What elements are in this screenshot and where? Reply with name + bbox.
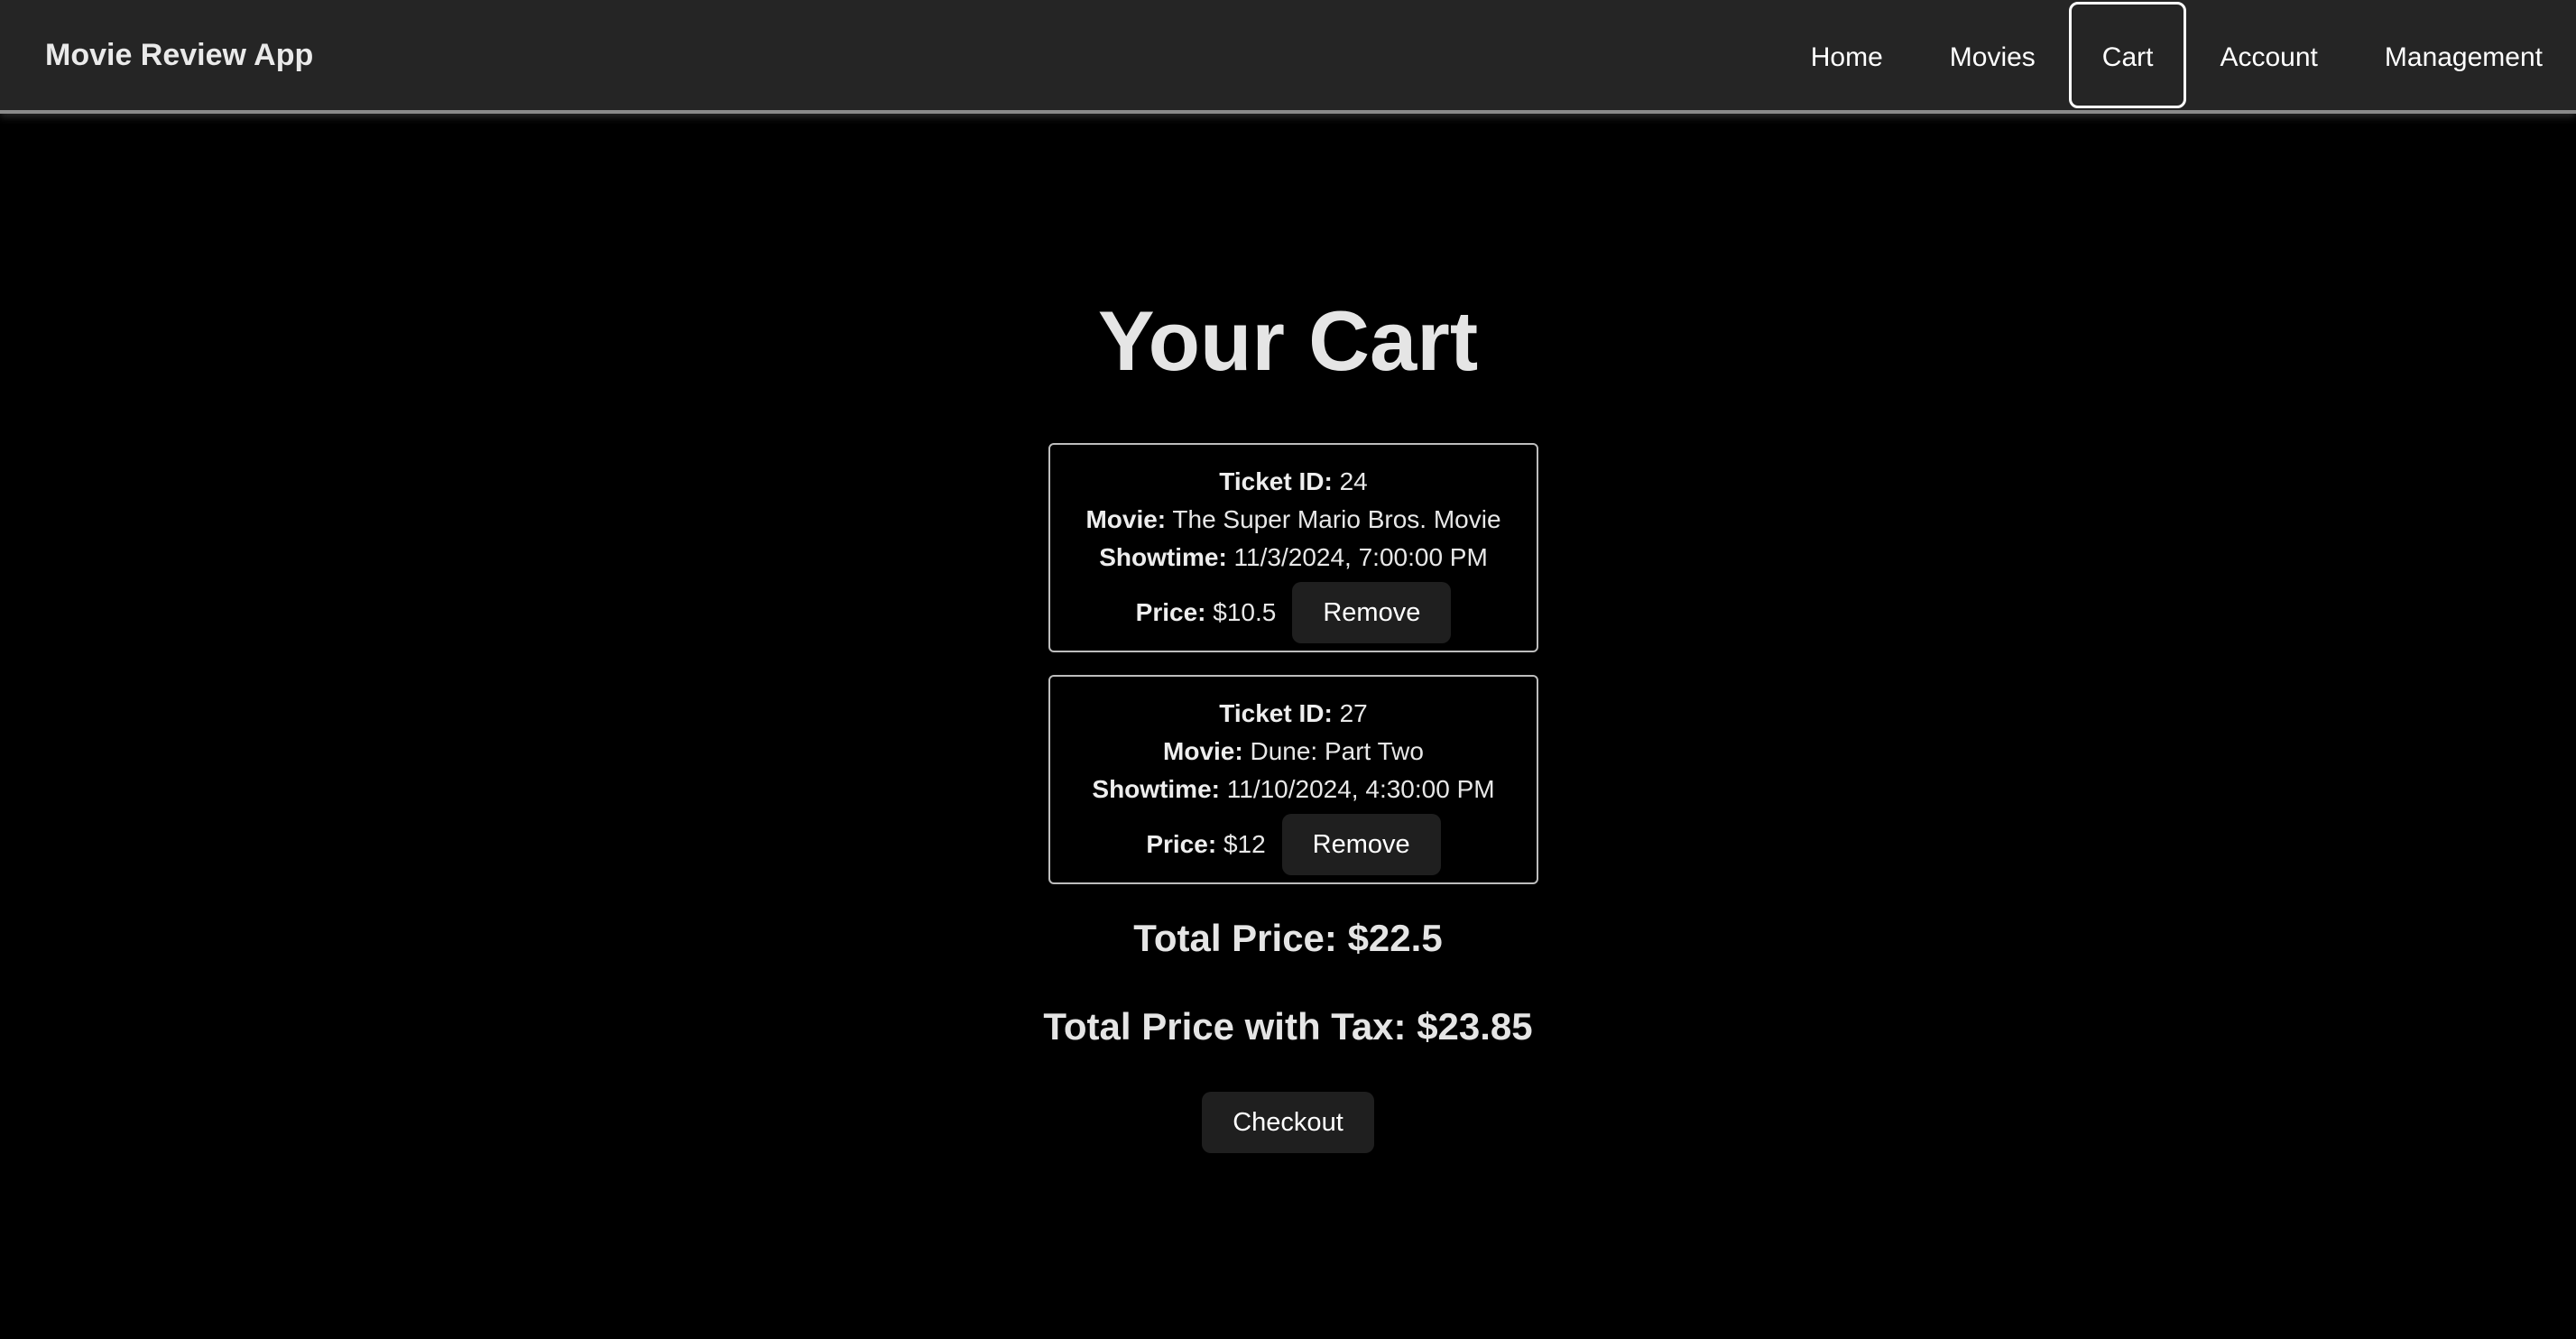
main-nav: Home Movies Cart Account Management [1777, 0, 2576, 110]
ticket-id-label: Ticket ID: [1219, 699, 1333, 727]
top-navbar: Movie Review App Home Movies Cart Accoun… [0, 0, 2576, 114]
remove-button[interactable]: Remove [1292, 582, 1452, 643]
movie-value: The Super Mario Bros. Movie [1172, 505, 1501, 533]
nav-cart[interactable]: Cart [2068, 2, 2187, 108]
price-text: Price: $10.5 [1136, 594, 1277, 632]
page-title: Your Cart [1097, 293, 1479, 388]
price-row: Price: $12 Remove [1050, 814, 1537, 875]
price-label: Price: [1135, 598, 1206, 626]
showtime-value: 11/3/2024, 7:00:00 PM [1233, 543, 1488, 571]
cart-item-card: Ticket ID: 27 Movie: Dune: Part Two Show… [1048, 675, 1538, 884]
showtime-label: Showtime: [1099, 543, 1227, 571]
showtime-row: Showtime: 11/3/2024, 7:00:00 PM [1050, 539, 1537, 577]
nav-management[interactable]: Management [2351, 2, 2576, 108]
movie-label: Movie: [1163, 737, 1243, 765]
checkout-button[interactable]: Checkout [1202, 1092, 1374, 1153]
movie-row: Movie: Dune: Part Two [1050, 733, 1537, 771]
showtime-value: 11/10/2024, 4:30:00 PM [1226, 775, 1495, 803]
ticket-id-row: Ticket ID: 24 [1050, 463, 1537, 501]
checkout-container: Checkout [0, 1092, 2576, 1153]
total-price: Total Price: $22.5 [1133, 917, 1443, 959]
total-price-with-tax: Total Price with Tax: $23.85 [1043, 1005, 1533, 1048]
ticket-id-row: Ticket ID: 27 [1050, 695, 1537, 733]
showtime-label: Showtime: [1092, 775, 1220, 803]
movie-value: Dune: Part Two [1250, 737, 1424, 765]
nav-movies[interactable]: Movies [1916, 2, 2069, 108]
price-value: $10.5 [1213, 598, 1277, 626]
ticket-id-label: Ticket ID: [1219, 467, 1333, 495]
cart-list: Ticket ID: 24 Movie: The Super Mario Bro… [1048, 443, 1538, 907]
main-content: Your Cart Ticket ID: 24 Movie: The Super… [0, 114, 2576, 1339]
ticket-id-value: 24 [1339, 467, 1368, 495]
nav-home[interactable]: Home [1777, 2, 1916, 108]
app-brand[interactable]: Movie Review App [45, 0, 313, 110]
showtime-row: Showtime: 11/10/2024, 4:30:00 PM [1050, 771, 1537, 808]
price-text: Price: $12 [1146, 826, 1265, 863]
price-row: Price: $10.5 Remove [1050, 582, 1537, 643]
ticket-id-value: 27 [1339, 699, 1368, 727]
movie-label: Movie: [1085, 505, 1167, 533]
nav-account[interactable]: Account [2186, 2, 2350, 108]
cart-item-card: Ticket ID: 24 Movie: The Super Mario Bro… [1048, 443, 1538, 652]
movie-row: Movie: The Super Mario Bros. Movie [1050, 501, 1537, 539]
remove-button[interactable]: Remove [1281, 814, 1441, 875]
price-label: Price: [1146, 830, 1217, 858]
price-value: $12 [1223, 830, 1266, 858]
